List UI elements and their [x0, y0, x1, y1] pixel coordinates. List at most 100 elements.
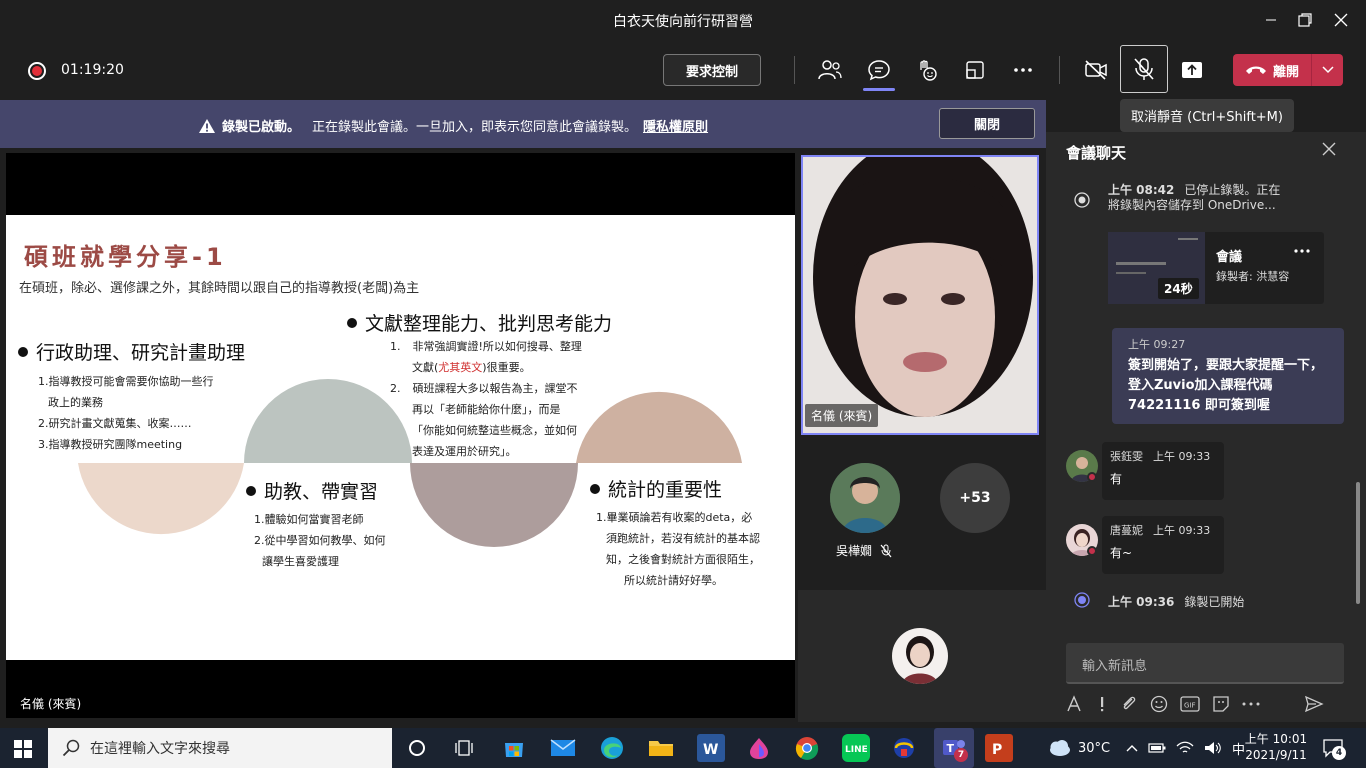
- notification-button[interactable]: 4: [1322, 738, 1346, 762]
- taskview-icon: [455, 740, 473, 756]
- chat-compose-toolbar: GIF: [1066, 692, 1348, 716]
- volume-icon[interactable]: [1204, 741, 1222, 755]
- powerpoint-app[interactable]: P: [985, 734, 1013, 762]
- cortana-icon: [409, 740, 425, 756]
- chat-input[interactable]: 輸入新訊息: [1066, 643, 1344, 684]
- system-message-started: 上午 09:36 錄製已開始: [1108, 595, 1245, 609]
- participant-avatar[interactable]: [830, 463, 900, 533]
- chrome-app[interactable]: [793, 734, 821, 762]
- share-button[interactable]: [1176, 54, 1208, 86]
- reactions-button[interactable]: [911, 54, 943, 86]
- weather-widget[interactable]: 30°C: [1046, 728, 1110, 768]
- search-placeholder: 在這裡輸入文字來搜尋: [90, 741, 230, 757]
- title-bar: 白衣天使向前行研習營: [0, 0, 1366, 40]
- mic-toggle-button[interactable]: [1120, 45, 1168, 93]
- taskview-button[interactable]: [450, 734, 478, 762]
- leave-label: 離開: [1272, 64, 1299, 80]
- more-actions-button[interactable]: [1007, 54, 1039, 86]
- more-icon[interactable]: [1242, 701, 1260, 707]
- gif-icon[interactable]: GIF: [1180, 695, 1200, 713]
- window-title: 白衣天使向前行研習營: [613, 14, 753, 30]
- weather-icon: [1050, 740, 1070, 756]
- meeting-chat-panel: 會議聊天 上午 08:42 已停止錄製。正在 將錄製內容儲存到 OneDrive.…: [1046, 132, 1366, 722]
- privacy-link[interactable]: 隱私權原則: [643, 116, 708, 135]
- send-icon[interactable]: [1304, 695, 1324, 713]
- camera-toggle-button[interactable]: [1080, 54, 1112, 86]
- leave-main[interactable]: 離開: [1233, 54, 1311, 86]
- vpn-icon: [894, 738, 914, 758]
- important-icon[interactable]: [1096, 695, 1108, 713]
- blush-semicircle: [78, 463, 244, 535]
- format-icon[interactable]: [1066, 695, 1084, 713]
- wifi-icon[interactable]: [1176, 741, 1194, 755]
- restore-icon: [1298, 13, 1312, 27]
- people-icon: [818, 60, 842, 80]
- participants-button[interactable]: [814, 54, 846, 86]
- banner-text: 正在錄製此會議。一旦加入，即表示您同意此會議錄製。: [312, 120, 638, 135]
- meeting-toolbar: 01:19:20 要求控制 離開: [0, 40, 1366, 100]
- powerpoint-icon: P: [992, 742, 1002, 757]
- emoji-icon[interactable]: [1150, 695, 1168, 713]
- mail-app[interactable]: [549, 734, 577, 762]
- request-control-button[interactable]: 要求控制: [663, 54, 761, 86]
- chat-message: 唐蔓妮 上午 09:33 有~: [1102, 516, 1224, 574]
- chevron-down-icon: [1321, 66, 1334, 74]
- recording-owner: 錄製者: 洪慧容: [1216, 270, 1290, 283]
- chat-close-button[interactable]: [1322, 140, 1336, 161]
- cortana-button[interactable]: [403, 734, 431, 762]
- slide-list-admin: 1.指導教授可能會需要你協助一些行 政上的業務 2.研究計畫文獻蒐集、收案…… …: [38, 375, 214, 451]
- leave-options-button[interactable]: [1311, 54, 1343, 86]
- close-window-button[interactable]: [1318, 0, 1364, 40]
- chat-message: 張鈺雯 上午 09:33 有: [1102, 442, 1224, 500]
- start-button[interactable]: [14, 740, 32, 762]
- more-participants-button[interactable]: +53: [940, 463, 1010, 533]
- warning-icon: [199, 118, 215, 133]
- search-icon: [62, 739, 80, 757]
- chat-button[interactable]: [863, 54, 895, 86]
- recording-duration: 24秒: [1158, 278, 1199, 299]
- person-video: [803, 157, 1037, 433]
- line-app[interactable]: LINE: [842, 734, 870, 762]
- svg-text:GIF: GIF: [1184, 702, 1196, 710]
- paint-app[interactable]: [745, 734, 773, 762]
- sage-semicircle: [244, 379, 412, 463]
- presenter-video-tile[interactable]: [801, 155, 1039, 435]
- chat-active-indicator: [863, 88, 895, 91]
- taskbar-clock[interactable]: 上午 10:01 2021/9/11: [1244, 731, 1308, 763]
- chat-title: 會議聊天: [1066, 144, 1127, 162]
- store-app[interactable]: [500, 734, 528, 762]
- taskbar-search[interactable]: 在這裡輸入文字來搜尋: [48, 728, 392, 768]
- word-app[interactable]: W: [697, 734, 725, 762]
- mail-icon: [550, 739, 576, 756]
- more-icon: [1294, 249, 1310, 253]
- chevron-up-icon[interactable]: [1126, 744, 1138, 752]
- close-icon: [1322, 142, 1336, 156]
- vpn-app[interactable]: [890, 734, 918, 762]
- line-icon: LINE: [845, 745, 867, 755]
- edge-app[interactable]: [598, 734, 626, 762]
- chat-scrollbar[interactable]: [1356, 482, 1360, 604]
- paint-icon: [750, 738, 768, 759]
- sticker-icon[interactable]: [1212, 695, 1230, 713]
- svg-text:LINE: LINE: [845, 745, 867, 755]
- battery-icon[interactable]: [1148, 742, 1166, 754]
- banner-close-button[interactable]: 關閉: [939, 108, 1035, 139]
- recording-card[interactable]: 24秒 會議 錄製者: 洪慧容: [1108, 232, 1324, 304]
- slide-list-stats: 1.畢業碩論若有收案的deta，必 須跑統計，若沒有統計的基本認 知，之後會對統…: [596, 511, 760, 587]
- mute-tooltip: 取消靜音 (Ctrl+Shift+M): [1120, 99, 1294, 132]
- rooms-icon: [966, 61, 984, 79]
- phone-icon: [1245, 66, 1266, 74]
- teams-app-active[interactable]: T 7: [934, 728, 974, 768]
- camera-off-icon: [1085, 60, 1107, 80]
- slide-subtitle: 在碩班，除必、選修課之外，其餘時間以跟自己的指導教授(老闆)為主: [19, 281, 420, 296]
- explorer-app[interactable]: [647, 734, 675, 762]
- toolbar-divider: [794, 56, 795, 84]
- slide-heading-ta: 助教、帶實習: [246, 477, 378, 504]
- mic-off-icon: [880, 544, 892, 557]
- leave-button[interactable]: 離開: [1233, 54, 1343, 86]
- slide-heading-admin: 行政助理、研究計畫助理: [18, 338, 245, 365]
- breakout-rooms-button[interactable]: [959, 54, 991, 86]
- attach-icon[interactable]: [1120, 695, 1138, 713]
- recording-more-button[interactable]: [1294, 238, 1310, 257]
- chat-message-self: 上午 09:27 簽到開始了，要跟大家提醒一下， 登入Zuvio加入課程代碼 7…: [1112, 328, 1344, 424]
